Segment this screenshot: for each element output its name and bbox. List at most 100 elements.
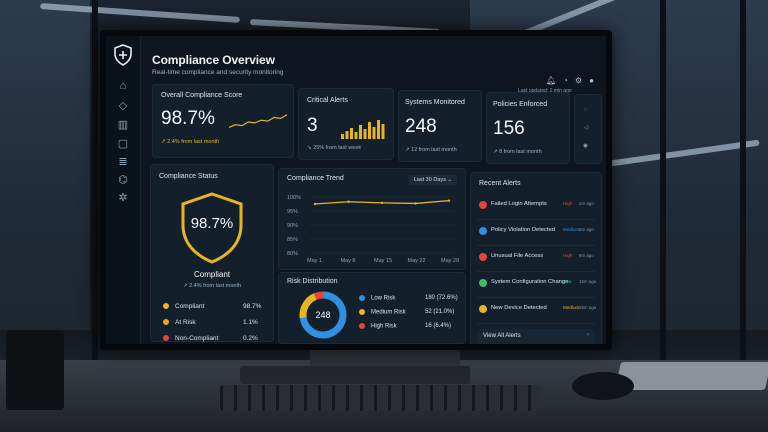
trend-point: [447, 199, 451, 202]
systems-monitored-card[interactable]: Systems Monitored 248 ↗ 12 from last mon…: [398, 90, 482, 162]
risk-dot: [359, 323, 365, 329]
shield-logo-icon: [114, 44, 132, 66]
alert-status-icon: [479, 305, 487, 313]
help-icon[interactable]: ◔: [563, 76, 568, 85]
compliance-score-card[interactable]: Overall Compliance Score 98.7% ↗ 2.4% fr…: [152, 84, 294, 158]
alert-time: 8m ago: [579, 253, 594, 258]
dashboard-screen: ⌂ ◇ ▥ ▢ ≣ ⌬ ✲ Compliance Overview Real-t…: [106, 36, 606, 344]
view-icon[interactable]: ◉: [583, 143, 588, 149]
alert-bar: [363, 129, 367, 139]
x-tick-label: May 15: [374, 258, 392, 264]
chart-icon[interactable]: ▥: [115, 117, 131, 133]
alert-item[interactable]: Policy Violation Detected Medium 5m ago: [477, 219, 595, 246]
risk-value: 16 (6.4%): [425, 323, 452, 329]
trend-point: [347, 200, 350, 203]
alert-status-icon: [479, 253, 487, 261]
shield-icon[interactable]: ◇: [115, 98, 131, 114]
x-tick-label: May 8: [341, 258, 356, 264]
chevron-right-icon: ›: [587, 332, 589, 338]
quick-actions-card: ◌ ◁ ◉: [574, 94, 602, 164]
home-icon[interactable]: ⌂: [115, 78, 131, 94]
compliance-status-card: Compliance Status 98.7% Compliant ↗ 2.4%…: [150, 164, 274, 342]
risk-row-medium: Medium Risk: [359, 309, 406, 316]
card-delta: ↘ 25% from last week: [307, 145, 362, 151]
critical-alerts-card[interactable]: Critical Alerts 3 ↘ 25% from last week: [298, 88, 394, 160]
risk-value: 52 (21.0%): [425, 309, 455, 315]
alert-bar: [377, 120, 380, 139]
settings-icon[interactable]: ⌬: [115, 172, 131, 188]
list-icon[interactable]: ≣: [115, 154, 131, 170]
alert-item[interactable]: System Configuration Change Low 15m ago: [477, 271, 597, 298]
date-range-select[interactable]: Last 30 Days ⌄: [408, 175, 457, 185]
alert-item[interactable]: Failed Login Attempts High 2m ago: [477, 193, 595, 220]
user-avatar-icon[interactable]: ●: [589, 76, 594, 85]
alert-severity: High: [563, 253, 573, 258]
bell-icon[interactable]: 🔔︎: [546, 76, 556, 85]
card-delta: ↗ 12 from last month: [405, 147, 457, 153]
risk-value: 180 (72.6%): [425, 295, 458, 301]
office-window: [0, 0, 90, 330]
risk-row-low: Low Risk: [359, 295, 395, 302]
document-icon[interactable]: ▢: [115, 136, 131, 152]
window-frame: [92, 0, 98, 360]
window-frame: [740, 0, 746, 360]
critical-alerts-value: 3: [307, 115, 318, 136]
page-subtitle: Real-time compliance and security monito…: [152, 69, 284, 76]
alert-label: Policy Violation Detected: [491, 227, 556, 233]
alert-bar: [381, 124, 385, 139]
pen-cup: [6, 330, 64, 410]
x-tick-label: May 22: [408, 258, 426, 264]
policies-enforced-card[interactable]: Policies Enforced 156 ↗ 8 from last mont…: [486, 92, 570, 164]
risk-donut-center: 248: [315, 310, 331, 320]
legend-dot: [163, 303, 169, 310]
legend-dot: [163, 319, 169, 326]
alert-time: 25m ago: [579, 305, 597, 310]
share-icon[interactable]: ◁: [584, 125, 588, 131]
window-frame: [660, 0, 666, 360]
alert-status-icon: [479, 279, 487, 287]
alert-time: 15m ago: [579, 279, 597, 284]
risk-dot: [359, 309, 365, 315]
alert-bar: [354, 132, 358, 139]
risk-dot: [359, 295, 365, 301]
legend-value: 1.1%: [243, 319, 258, 326]
card-title: Risk Distribution: [287, 278, 338, 285]
y-tick-label: 95%: [287, 209, 298, 215]
systems-monitored-value: 248: [405, 116, 437, 137]
alert-label: System Configuration Change: [491, 279, 569, 285]
card-label: Policies Enforced: [493, 101, 548, 108]
laptop: [615, 362, 768, 390]
risk-row-high: High Risk: [359, 323, 397, 330]
legend-value: 98.7%: [243, 303, 262, 310]
refresh-icon[interactable]: ◌: [584, 107, 587, 113]
alert-bar: [350, 128, 353, 139]
alert-time: 2m ago: [579, 201, 594, 206]
compliance-status-score: 98.7%: [190, 215, 234, 232]
y-tick-label: 100%: [287, 195, 301, 201]
alert-label: Unusual File Access: [491, 253, 544, 259]
legend-dot: [163, 335, 169, 342]
alert-status-icon: [479, 227, 487, 235]
mouse: [572, 372, 634, 400]
alert-item[interactable]: Unusual File Access High 8m ago: [477, 245, 595, 272]
alert-severity: Low: [563, 279, 572, 284]
alert-item[interactable]: New Device Detected Medium 25m ago: [477, 297, 597, 324]
alert-severity: High: [563, 201, 573, 206]
card-delta: ↗ 2.4% from last month: [161, 139, 220, 145]
legend-compliant: Compliant: [163, 303, 204, 310]
x-tick-label: May 29: [441, 258, 459, 264]
alert-label: New Device Detected: [491, 305, 547, 311]
compliance-status-delta: ↗ 2.4% from last month: [182, 283, 242, 289]
legend-at-risk: At Risk: [163, 319, 196, 326]
gear-icon[interactable]: ⚙: [575, 76, 582, 85]
card-title: Compliance Trend: [287, 175, 344, 182]
alert-bar: [345, 131, 349, 139]
alert-bar: [341, 134, 344, 139]
gear-icon[interactable]: ✲: [115, 190, 131, 206]
view-all-alerts-button[interactable]: View All Alerts ›: [477, 329, 595, 344]
trend-point: [414, 202, 417, 205]
compliance-score-value: 98.7%: [161, 108, 215, 129]
card-title: Compliance Status: [159, 173, 218, 180]
legend-value: 0.2%: [243, 335, 258, 342]
card-label: Overall Compliance Score: [161, 92, 243, 99]
